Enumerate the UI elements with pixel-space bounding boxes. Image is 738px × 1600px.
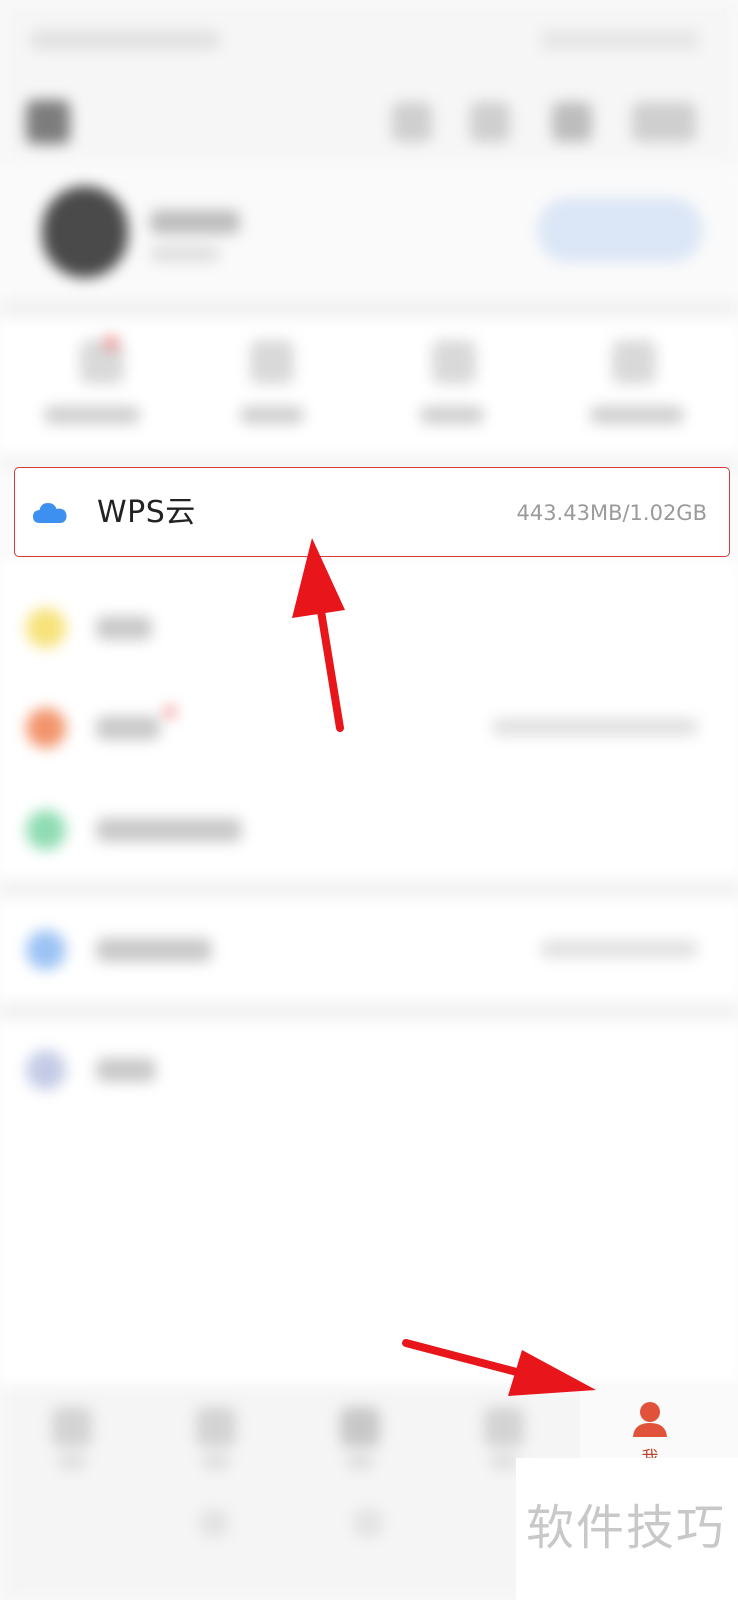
wps-cloud-title: WPS云 (97, 495, 196, 530)
blurred-background (0, 0, 738, 1600)
top-toolbar (0, 80, 738, 162)
watermark: 软件技巧 (516, 1458, 738, 1600)
cloud-storage-usage: 443.43MB/1.02GB (516, 501, 707, 525)
watermark-text: 软件技巧 (526, 1500, 727, 1556)
settings-list-a (0, 560, 738, 880)
settings-list-c (0, 1020, 738, 1385)
settings-list-b (0, 898, 738, 1002)
cloud-icon (33, 503, 67, 523)
quick-actions (0, 318, 738, 456)
user-icon (633, 1402, 667, 1437)
status-bar (0, 0, 738, 80)
wps-cloud-row[interactable]: WPS云 443.43MB/1.02GB (14, 467, 730, 557)
app-screen: WPS云 443.43MB/1.02GB 我 软件技巧 (0, 0, 738, 1600)
profile-card (0, 170, 738, 300)
